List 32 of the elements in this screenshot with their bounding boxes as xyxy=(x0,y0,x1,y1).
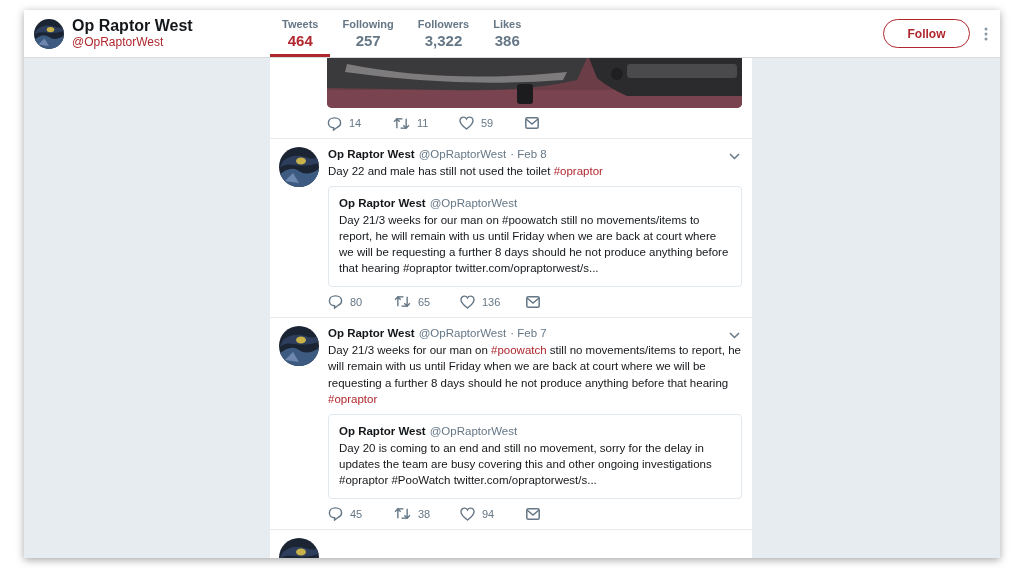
stat-tab[interactable]: Followers 3,322 xyxy=(405,10,482,57)
stat-tab[interactable]: Likes 386 xyxy=(481,10,534,57)
quoted-author-name: Op Raptor West xyxy=(339,195,426,211)
tweet-date[interactable]: · Feb 8 xyxy=(510,147,547,161)
hashtag-link[interactable]: #poowatch xyxy=(491,343,547,356)
tweet-date[interactable]: · Feb 7 xyxy=(510,325,547,340)
quoted-text: Day 20 is coming to an end and still no movement, sorry for the delay in updates the team are busy covering this and other ongoing investigations #opraptor #PooWatch twitter.com/opraptorwest/s... xyxy=(339,440,713,488)
action-count: 59 xyxy=(481,117,494,129)
quoted-text: Day 21/3 weeks for our man on #poowatch still no movements/items to report, he will remain with us until Friday when we are back at court where we will be requesting a further 8 days should he not produce anything before that hearing #opraptor twitter.com/opraptorwest/s... xyxy=(339,212,730,276)
action-count: 94 xyxy=(482,507,495,520)
author-handle[interactable]: @OpRaptorWest xyxy=(418,325,507,340)
action-count: 136 xyxy=(482,295,501,308)
action-count: 80 xyxy=(350,295,363,308)
tweet-text: Day 21/3 weeks for our man on #poowatch still no movements/items to report, he will remain with us until Friday when we are back at court where we will be requesting a further 8 days should he not produce anything before that hearing #opraptor xyxy=(328,342,742,407)
author-name[interactable]: Op Raptor West xyxy=(328,325,415,340)
action-count: 38 xyxy=(418,507,431,520)
action-count: 65 xyxy=(418,295,431,308)
profile-handle[interactable]: @OpRaptorWest xyxy=(72,35,193,50)
hashtag-link[interactable]: #opraptor xyxy=(328,393,378,405)
quoted-author-handle: @OpRaptorWest xyxy=(429,423,518,439)
action-count: 11 xyxy=(417,117,429,129)
quoted-author-handle: @OpRaptorWest xyxy=(429,195,518,211)
follow-button[interactable]: Follow xyxy=(883,19,970,48)
tweet-text: Day 22 and male has still not used the toilet #opraptor xyxy=(328,164,604,179)
profile-name: Op Raptor West xyxy=(72,17,193,35)
author-handle[interactable]: @OpRaptorWest xyxy=(418,147,507,161)
action-count: 14 xyxy=(349,117,362,129)
hashtag-link[interactable]: #opraptor xyxy=(553,165,603,177)
quoted-author-name: Op Raptor West xyxy=(339,423,426,439)
action-count: 45 xyxy=(350,507,363,520)
author-name[interactable]: Op Raptor West xyxy=(328,147,415,161)
stat-tab[interactable]: Following 257 xyxy=(330,10,406,57)
